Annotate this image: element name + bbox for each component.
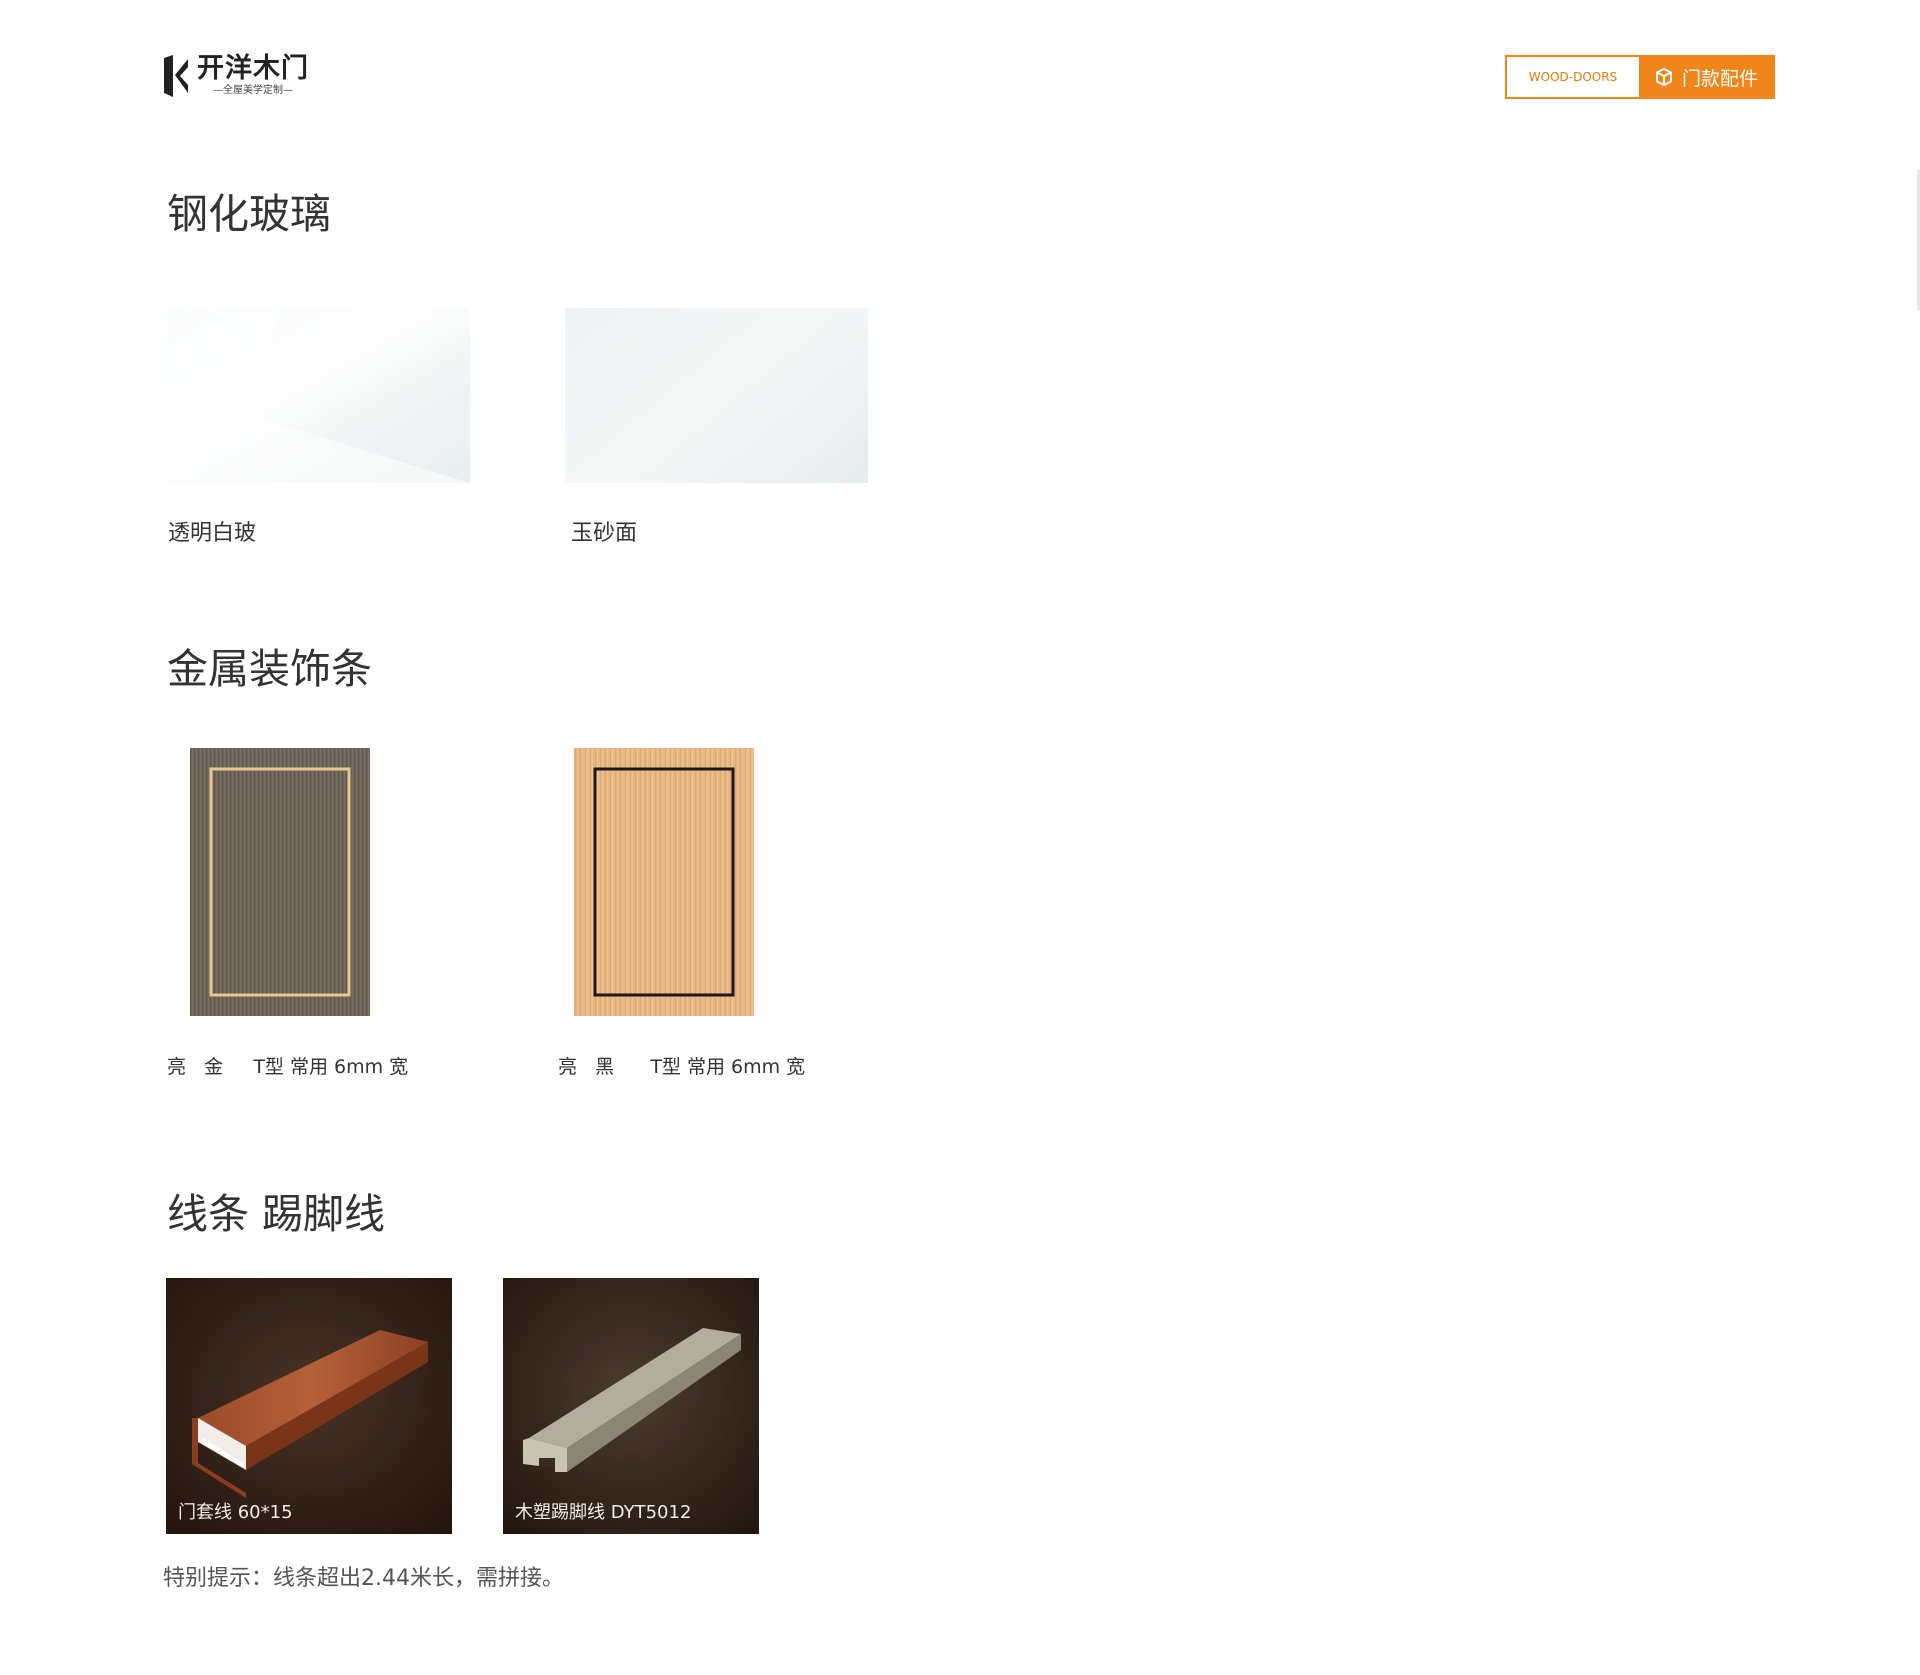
door-casing-caption: 门套线 60*15 <box>178 1502 293 1523</box>
category-nav-badge[interactable]: WOOD-DOORS 门款配件 <box>1505 55 1775 99</box>
section-title-glass: 钢化玻璃 <box>167 190 331 238</box>
box-icon <box>1655 67 1672 87</box>
glass-label-frosted: 玉砂面 <box>571 521 638 546</box>
metal-trim-black-swatch[interactable] <box>574 748 754 1016</box>
logo-slogan: —全屋美学定制— <box>213 85 293 96</box>
gold-trim-panel-image <box>190 748 370 1016</box>
glass-label-clear: 透明白玻 <box>168 521 257 546</box>
metal-trim-label-gold: 亮 金 T型 常用 6mm 宽 <box>167 1056 409 1078</box>
nav-wood-doors[interactable]: WOOD-DOORS <box>1507 57 1639 97</box>
glass-swatch-frosted[interactable] <box>565 308 868 483</box>
metal-trim-label-black: 亮 黑 T型 常用 6mm 宽 <box>558 1056 806 1078</box>
section-title-lines: 线条 踢脚线 <box>167 1190 386 1238</box>
door-casing-product[interactable]: 门套线 60*15 <box>166 1278 452 1534</box>
nav-door-accessories[interactable]: 门款配件 <box>1639 57 1773 97</box>
special-notice: 特别提示：线条超出2.44米长，需拼接。 <box>163 1566 564 1591</box>
metal-trim-gold-swatch[interactable] <box>190 748 370 1016</box>
logo-name: 开洋木门 <box>197 53 309 84</box>
brand-logo[interactable]: 开洋木门 —全屋美学定制— <box>161 54 309 98</box>
skirting-image <box>503 1278 759 1534</box>
nav-door-accessories-label: 门款配件 <box>1681 67 1758 90</box>
skirting-caption: 木塑踢脚线 DYT5012 <box>515 1502 692 1523</box>
section-title-metal-trim: 金属装饰条 <box>167 645 372 693</box>
logo-k-icon <box>164 55 188 97</box>
glass-reflection-image <box>167 308 470 483</box>
door-casing-image <box>166 1278 452 1534</box>
glass-swatch-clear[interactable] <box>167 308 470 483</box>
black-trim-panel-image <box>574 748 754 1016</box>
skirting-product[interactable]: 木塑踢脚线 DYT5012 <box>503 1278 759 1534</box>
